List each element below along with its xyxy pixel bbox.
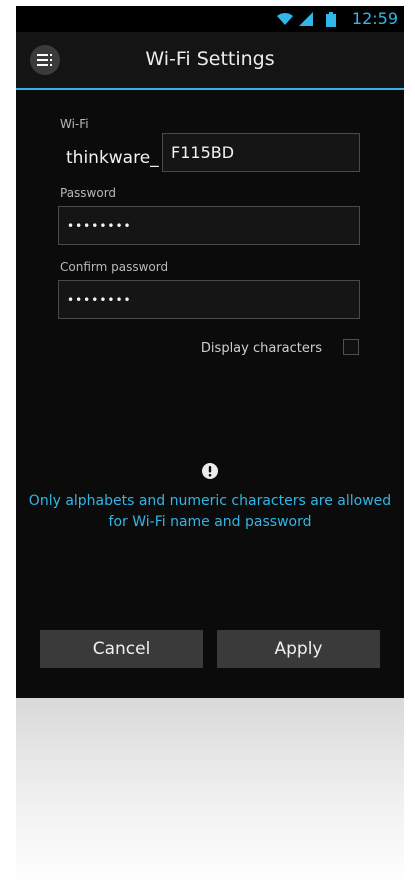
display-characters-checkbox[interactable] — [343, 339, 359, 355]
notice-line-2: for Wi-Fi name and password — [108, 514, 312, 530]
app-bar: Wi-Fi Settings — [16, 32, 404, 90]
phone-screen: 12:59 Wi-Fi Settings Wi-Fi thinkware_ Pa… — [16, 6, 404, 698]
wifi-name-input[interactable] — [162, 133, 360, 172]
notice-text: Only alphabets and numeric characters ar… — [16, 491, 404, 533]
confirm-password-label: Confirm password — [60, 260, 169, 274]
wifi-prefix: thinkware_ — [66, 148, 159, 168]
status-time: 12:59 — [351, 9, 398, 28]
page-title: Wi-Fi Settings — [145, 48, 275, 70]
info-icon — [202, 463, 218, 479]
wifi-icon — [277, 12, 293, 25]
device-bottom-panel — [16, 698, 404, 888]
password-input[interactable] — [58, 206, 360, 245]
battery-icon — [326, 11, 336, 27]
password-label: Password — [60, 186, 117, 200]
notice-line-1: Only alphabets and numeric characters ar… — [28, 493, 392, 509]
wifi-label: Wi-Fi — [60, 117, 89, 131]
signal-icon — [299, 12, 313, 26]
status-bar: 12:59 — [16, 6, 404, 32]
display-characters-label: Display characters — [200, 341, 322, 356]
confirm-password-input[interactable] — [58, 280, 360, 319]
cancel-button[interactable]: Cancel — [40, 630, 203, 668]
status-icons — [276, 11, 336, 27]
apply-button[interactable]: Apply — [217, 630, 380, 668]
